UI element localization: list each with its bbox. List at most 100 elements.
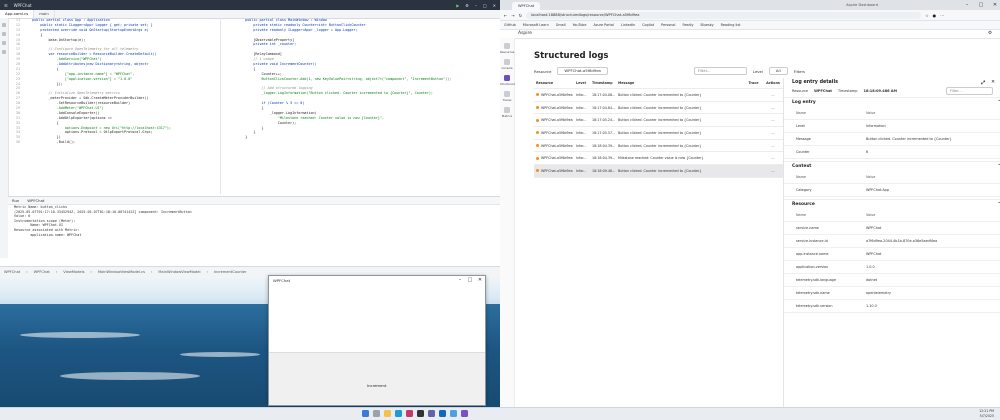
column-header[interactable]: Message	[618, 81, 743, 85]
breadcrumb-item[interactable]: IncrementCounter	[214, 270, 247, 274]
nav-item-resources[interactable]: Resources	[500, 43, 514, 54]
bookmark-item[interactable]: Copilot	[642, 23, 654, 27]
table-row[interactable]: WPFChat-a5f6d9ea Infor... 18:17:05.57... Bu…	[534, 127, 784, 140]
cell-actions[interactable]: ...	[764, 169, 782, 173]
cell-actions[interactable]: ...	[764, 118, 782, 122]
back-icon[interactable]: ←	[504, 13, 507, 18]
code-text: ["application.version"] = "1.0.0"	[24, 76, 133, 81]
rider-icon[interactable]	[406, 410, 413, 417]
resource-select[interactable]: WPFChat-a5f6d9ea	[557, 67, 608, 75]
code-text: options.Protocol = OtlpExportProtocol.Gr…	[24, 130, 153, 135]
close-icon[interactable]: ✕	[475, 277, 485, 283]
bookmark-item[interactable]: Bluesky	[701, 23, 714, 27]
table-row[interactable]: WPFChat-a5f6d9ea Infor... 18:17:05.24... Bu…	[534, 114, 784, 128]
debug-icon[interactable]: ⚙	[465, 3, 469, 8]
cell-actions[interactable]: ...	[764, 106, 782, 110]
outlook-icon[interactable]	[439, 410, 446, 417]
bookmarks-icon[interactable]	[2, 50, 6, 54]
breadcrumb-item[interactable]: ViewModels	[63, 270, 84, 274]
maximize-icon[interactable]: □	[483, 3, 487, 8]
edge-icon[interactable]	[395, 410, 402, 417]
breadcrumb-item[interactable]: MainWindowViewModel.cs	[98, 270, 145, 274]
maximize-icon[interactable]: □	[465, 277, 475, 283]
level-select[interactable]: All	[768, 67, 788, 75]
bookmark-item[interactable]: Microsoft Learn	[523, 23, 549, 27]
project-icon[interactable]	[2, 23, 6, 27]
column-header[interactable]: Level	[576, 81, 592, 85]
table-row[interactable]: WPFChat-a5f6d9ea Infor... 18:18:04.39... Mi…	[534, 152, 784, 166]
bookmark-item[interactable]: YouTube	[573, 23, 587, 27]
table-row[interactable]: WPFChat-a5f6d9ea Infor... 18:18:04.39... Bu…	[534, 140, 784, 153]
code-editor-right[interactable]: public partial class MainWindow : Window…	[220, 18, 499, 194]
detail-filter-input[interactable]: Filter...	[946, 87, 993, 95]
breadcrumb-item[interactable]: WPFChat	[4, 270, 20, 274]
more-icon[interactable]: ⋯	[940, 13, 944, 18]
cell-actions[interactable]: ...	[764, 156, 782, 160]
tab-app-xaml-cs[interactable]: App.xaml.cs	[0, 10, 35, 18]
commit-icon[interactable]	[2, 32, 6, 36]
increment-button[interactable]: Increment	[367, 383, 386, 388]
file-explorer-icon[interactable]	[384, 410, 391, 417]
breadcrumb-item[interactable]: MainWindowViewModel	[158, 270, 200, 274]
bookmark-item[interactable]: Reading list	[721, 23, 741, 27]
table-row[interactable]: WPFChat-a5f6d9ea Infor... 18:17:04.08... Bu…	[534, 89, 784, 102]
breadcrumb-item[interactable]: WPFChat	[34, 270, 50, 274]
minimize-icon[interactable]: –	[475, 3, 477, 8]
close-icon[interactable]: ✕	[493, 3, 496, 8]
tab-main[interactable]: main	[34, 10, 55, 18]
column-header[interactable]: Resource	[534, 81, 576, 85]
nav-item-metrics[interactable]: Metrics	[500, 107, 514, 118]
table-row[interactable]: WPFChat-a5f6d9ea Infor... 18:18:09.48... Bu…	[534, 165, 784, 178]
maximize-icon[interactable]: □	[976, 2, 986, 8]
column-header[interactable]: Trace	[743, 81, 764, 85]
bookmark-item[interactable]: Gmail	[556, 23, 566, 27]
bookmark-item[interactable]: LinkedIn	[621, 23, 635, 27]
cell-actions[interactable]: ...	[764, 93, 782, 97]
structure-icon[interactable]	[2, 41, 6, 45]
cell-actions[interactable]: ...	[764, 144, 782, 148]
bookmark-item[interactable]: Feedly	[682, 23, 693, 27]
table-row[interactable]: WPFChat-a5f6d9ea Infor... 18:17:04.84... Bu…	[534, 102, 784, 115]
terminal-icon[interactable]	[417, 410, 424, 417]
minimize-icon[interactable]: –	[455, 277, 465, 283]
store-icon[interactable]	[450, 410, 457, 417]
run-config-tab[interactable]: WPFChat	[27, 198, 44, 203]
reload-icon[interactable]: ↻	[519, 13, 522, 18]
nav-icon	[504, 43, 510, 49]
profile-icon[interactable]: ●	[933, 13, 937, 18]
close-icon[interactable]: ✕	[990, 2, 1000, 8]
bookmark-item[interactable]: Azure Portal	[593, 23, 613, 27]
section-header-log-entry[interactable]: Log entry ⌃	[784, 97, 1000, 107]
start-icon[interactable]	[362, 410, 369, 417]
forward-icon[interactable]: →	[511, 13, 514, 18]
nav-item-traces[interactable]: Traces	[500, 91, 514, 102]
close-icon[interactable]: ✕	[991, 80, 995, 85]
cell-actions[interactable]: ...	[764, 131, 782, 135]
run-tab[interactable]: Run	[12, 198, 19, 203]
filters-button[interactable]: Filters	[794, 69, 805, 74]
section-header-resource[interactable]: Resource ⌃	[784, 199, 1000, 209]
section-header-context[interactable]: Context ⌃	[784, 161, 1000, 171]
nav-item-structured[interactable]: Structured	[500, 75, 515, 86]
teams-icon[interactable]	[428, 410, 435, 417]
search-icon[interactable]	[373, 410, 380, 417]
menu-icon[interactable]: ☰	[4, 3, 8, 8]
column-header[interactable]: Actions	[764, 81, 782, 85]
url-field[interactable]: localhost:18888/structuredlogs/resource/…	[526, 11, 922, 19]
code-editor-left[interactable]: 11 public partial class App : Applicatio…	[8, 18, 218, 194]
bookmark-item[interactable]: GitHub	[504, 23, 516, 27]
run-icon[interactable]: ▶	[456, 3, 459, 8]
browser-tab[interactable]: WPFChat	[512, 2, 541, 10]
log-search-input[interactable]: Filter...	[693, 67, 747, 75]
column-header[interactable]: Timestamp	[592, 81, 618, 85]
bookmark-item[interactable]: Personal	[661, 23, 675, 27]
kv-header-value: Value	[866, 175, 876, 179]
nav-item-console[interactable]: Console	[500, 59, 514, 70]
cell-resource: WPFChat-a5f6d9ea	[534, 118, 576, 122]
expand-icon[interactable]: ⤢	[981, 80, 985, 86]
system-clock[interactable]: 12:21 PM 5/7/2025	[979, 409, 994, 418]
settings-icon[interactable]: ⚙	[988, 31, 992, 36]
favorite-icon[interactable]: ☆	[925, 13, 929, 18]
minimize-icon[interactable]: –	[962, 2, 972, 8]
visual-studio-icon[interactable]	[461, 410, 468, 417]
